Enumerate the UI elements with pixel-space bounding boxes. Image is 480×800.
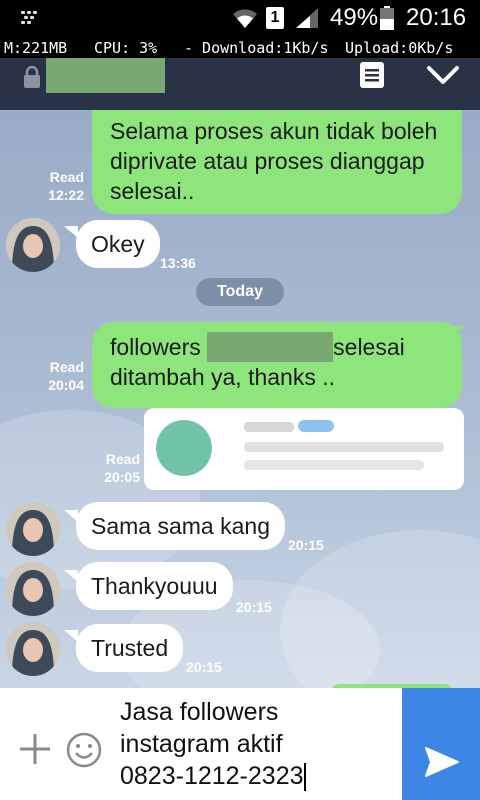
avatar[interactable]: [6, 218, 60, 272]
download-rate: - Download:1Kb/s: [184, 39, 329, 57]
contact-name-redacted[interactable]: [46, 58, 165, 93]
memory-usage: M:221MB: [4, 39, 68, 57]
message-bubble-incoming[interactable]: Trusted: [76, 624, 184, 672]
notes-icon[interactable]: [360, 62, 384, 88]
upload-rate: Upload:0Kb/s: [345, 39, 454, 57]
chat-header: [0, 58, 480, 110]
message-input[interactable]: Jasa followers instagram aktif 0823-1212…: [120, 696, 390, 792]
battery-percent: 49%: [330, 4, 379, 31]
signal-icon: [296, 8, 318, 28]
chat-area[interactable]: Read 12:22 Selama proses akun tidak bole…: [0, 110, 480, 688]
blackberry-icon: [21, 11, 37, 24]
lock-icon: [24, 66, 40, 88]
read-receipt: Read 12:22: [48, 169, 84, 203]
plus-icon[interactable]: [18, 732, 52, 766]
message-time: 20:15: [236, 599, 272, 615]
read-receipt: Read 20:04: [48, 359, 84, 393]
avatar[interactable]: [6, 622, 60, 676]
sim-slot-indicator: 1: [266, 7, 284, 29]
avatar[interactable]: [6, 562, 60, 616]
cpu-usage: CPU: 3%: [94, 39, 158, 57]
text-caret: [303, 763, 306, 792]
read-receipt: Read 20:05: [104, 451, 140, 485]
message-time: 20:15: [288, 537, 324, 553]
link-preview-card[interactable]: [144, 408, 464, 490]
emoji-icon[interactable]: [66, 732, 102, 768]
day-separator: Today: [196, 278, 284, 306]
message-bubble-incoming[interactable]: Thankyouuu: [76, 562, 233, 610]
send-button[interactable]: [402, 688, 480, 800]
message-time: 13:36: [160, 255, 196, 271]
wifi-icon: [233, 9, 257, 28]
redacted-text: [207, 332, 334, 362]
message-bubble-outgoing[interactable]: Selama proses akun tidak boleh diprivate…: [92, 110, 462, 214]
message-bubble-incoming[interactable]: Okey: [76, 220, 160, 268]
battery-icon: [380, 6, 394, 30]
send-icon: [425, 747, 459, 777]
message-bubble-incoming[interactable]: Sama sama kang: [76, 502, 285, 550]
clock: 20:16: [406, 4, 467, 31]
message-bubble-outgoing[interactable]: followers selesai ditambah ya, thanks ..: [92, 322, 462, 408]
avatar[interactable]: [6, 502, 60, 556]
message-time: 20:15: [186, 659, 222, 675]
system-monitor-bar: M:221MB CPU: 3% - Download:1Kb/s Upload:…: [0, 38, 480, 58]
chevron-down-icon[interactable]: [426, 62, 460, 88]
status-bar: 1 49% 20:16: [0, 0, 480, 38]
